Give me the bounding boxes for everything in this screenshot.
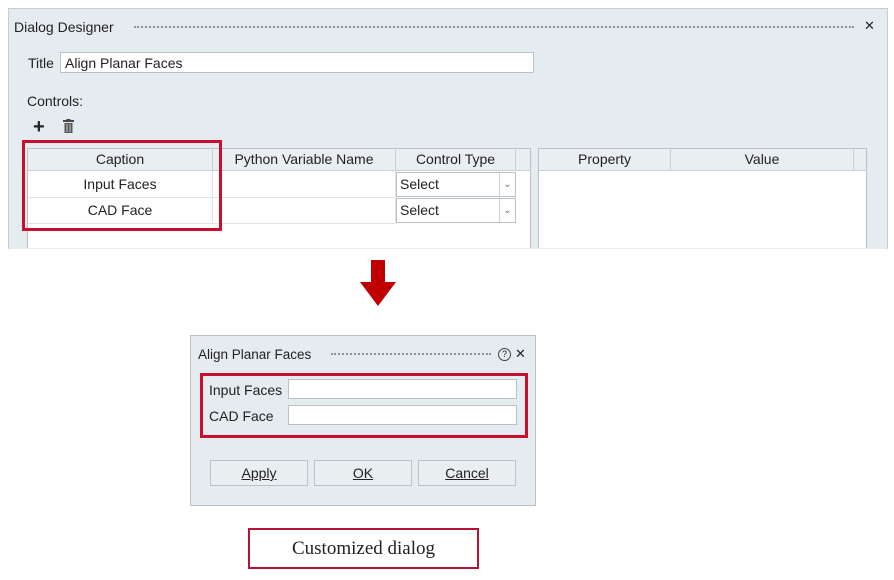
chevron-down-icon: ⌄: [499, 199, 515, 222]
ok-button[interactable]: OK: [314, 460, 412, 486]
designer-title: Dialog Designer: [14, 19, 114, 35]
row-2-type-select[interactable]: Select ⌄: [396, 198, 516, 223]
dialog-title: Align Planar Faces: [198, 347, 312, 362]
col-python-variable[interactable]: Python Variable Name: [213, 149, 396, 171]
drag-handle[interactable]: [331, 353, 491, 355]
row-2-var[interactable]: [213, 198, 396, 224]
apply-button[interactable]: Apply: [210, 460, 308, 486]
figure-caption: Customized dialog: [248, 528, 479, 569]
row-1-var[interactable]: [213, 171, 396, 198]
property-table: Property Value: [538, 148, 867, 248]
trash-icon[interactable]: [63, 119, 74, 133]
add-icon[interactable]: +: [33, 116, 45, 139]
col-property[interactable]: Property: [539, 149, 671, 171]
help-icon[interactable]: ?: [498, 348, 511, 361]
chevron-down-icon: ⌄: [499, 173, 515, 196]
cancel-button[interactable]: Cancel: [418, 460, 516, 486]
close-icon[interactable]: ✕: [515, 346, 526, 362]
header-filler: [854, 149, 866, 171]
title-label: Title: [28, 55, 54, 71]
title-input[interactable]: Align Planar Faces: [60, 52, 534, 73]
col-control-type[interactable]: Control Type: [396, 149, 516, 171]
close-icon[interactable]: ✕: [864, 18, 875, 34]
arrow-down-icon: [360, 260, 396, 306]
drag-handle[interactable]: [134, 26, 854, 28]
row-1-type-select[interactable]: Select ⌄: [396, 172, 516, 197]
caption-highlight-box: [22, 140, 222, 231]
fields-highlight-box: [200, 373, 528, 438]
col-value[interactable]: Value: [671, 149, 854, 171]
select-value: Select: [400, 202, 439, 218]
header-filler: [516, 149, 530, 171]
select-value: Select: [400, 176, 439, 192]
controls-label: Controls:: [27, 93, 84, 109]
